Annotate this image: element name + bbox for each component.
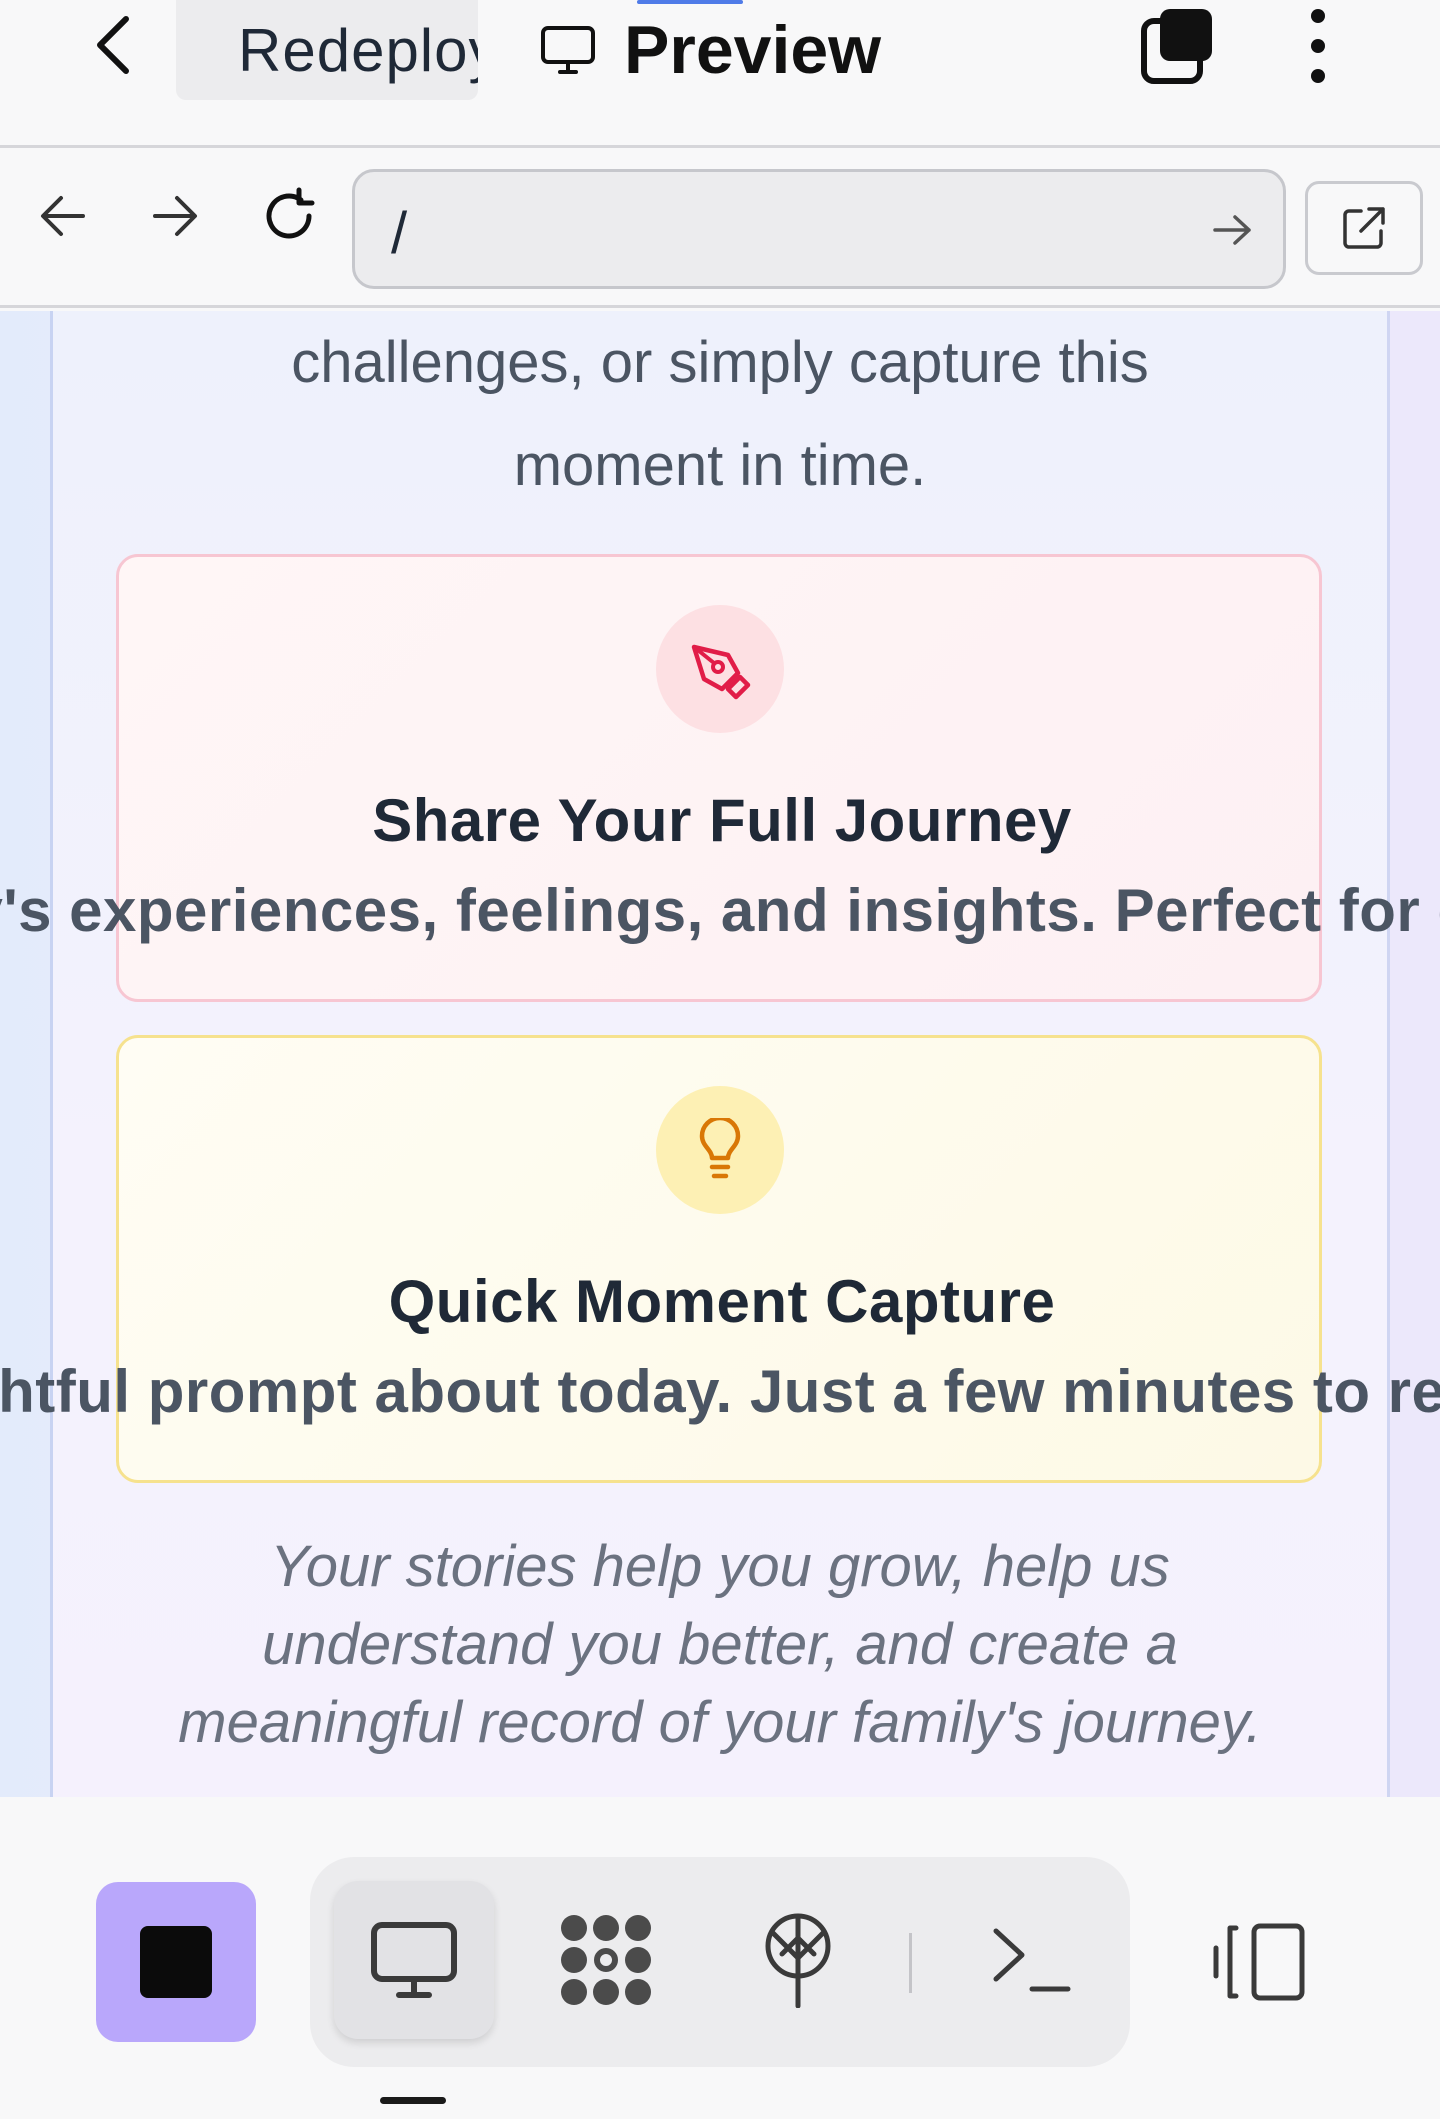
more-vertical-icon	[1311, 9, 1325, 83]
panel-toggle-icon	[1213, 1923, 1305, 2001]
closing-text: Your stories help you grow, help us unde…	[0, 1528, 1440, 1762]
apps-tool-button[interactable]	[526, 1881, 686, 2039]
deploy-tool-button[interactable]	[718, 1881, 878, 2039]
intro-text: challenges, or simply capture this momen…	[0, 311, 1440, 517]
dots-grid-icon	[561, 1915, 651, 2005]
pen-icon	[691, 644, 751, 700]
tab-redeploy-label: Redeploy	[238, 16, 478, 84]
tab-preview-label: Preview	[624, 12, 882, 88]
closing-line-1: Your stories help you grow, help us	[270, 1534, 1170, 1599]
intro-line-2: moment in time.	[513, 433, 927, 498]
chevron-left-icon	[97, 16, 129, 74]
terminal-icon	[993, 1928, 1071, 1992]
external-link-icon	[1343, 207, 1385, 249]
more-options-button[interactable]	[1290, 6, 1346, 86]
quick-moment-card[interactable]: Quick Moment Capture ghtful prompt about…	[0, 1035, 1440, 1483]
bottom-toolbar	[0, 1797, 1440, 2119]
tab-redeploy[interactable]: Redeploy	[176, 0, 478, 100]
card-description: ay's experiences, feelings, and insights…	[0, 877, 1440, 944]
home-indicator	[380, 2097, 446, 2104]
deploy-icon	[765, 1913, 831, 2008]
go-arrow-icon[interactable]	[1211, 208, 1255, 252]
console-tool-button[interactable]	[952, 1881, 1112, 2039]
panel-toggle-button[interactable]	[1200, 1907, 1320, 2017]
card-title: Share Your Full Journey	[372, 787, 1072, 854]
intro-line-1: challenges, or simply capture this	[291, 330, 1149, 395]
lightbulb-icon	[699, 1118, 741, 1179]
card-description: ghtful prompt about today. Just a few mi…	[0, 1358, 1440, 1425]
url-input[interactable]: /	[352, 169, 1286, 289]
browser-forward-button[interactable]	[140, 181, 210, 251]
tool-group	[310, 1857, 1130, 2067]
url-text: /	[391, 201, 408, 266]
windows-stack-icon	[1141, 9, 1212, 84]
stop-icon	[140, 1926, 212, 1998]
arrow-right-icon	[153, 196, 197, 236]
app-top-bar: Redeploy Preview	[0, 0, 1440, 148]
browser-bar: /	[0, 151, 1440, 308]
windows-button[interactable]	[1136, 0, 1220, 90]
open-external-button[interactable]	[1305, 181, 1423, 275]
active-tab-indicator	[637, 0, 743, 4]
monitor-icon	[541, 26, 595, 74]
card-icon-circle	[656, 605, 784, 733]
preview-tool-button[interactable]	[334, 1881, 494, 2039]
card-title: Quick Moment Capture	[388, 1268, 1056, 1335]
stop-button[interactable]	[96, 1882, 256, 2042]
arrow-left-icon	[41, 196, 85, 236]
share-journey-card[interactable]: Share Your Full Journey ay's experiences…	[0, 554, 1440, 1002]
back-button[interactable]	[82, 10, 146, 80]
closing-line-2: understand you better, and create a	[262, 1612, 1178, 1677]
tab-preview[interactable]: Preview	[540, 0, 881, 100]
preview-viewport[interactable]: challenges, or simply capture this momen…	[0, 311, 1440, 1797]
reload-button[interactable]	[254, 181, 324, 251]
monitor-icon	[371, 1922, 457, 1998]
closing-line-3: meaningful record of your family's journ…	[178, 1690, 1262, 1755]
toolbar-divider	[909, 1933, 912, 1993]
browser-back-button[interactable]	[28, 181, 98, 251]
card-icon-circle	[656, 1086, 784, 1214]
reload-icon	[266, 187, 315, 239]
